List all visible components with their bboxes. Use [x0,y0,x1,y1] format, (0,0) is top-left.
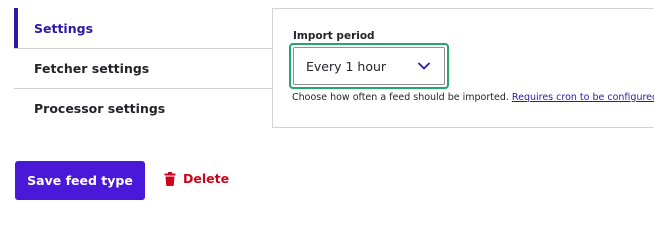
import-period-focus-ring: Every 1 hour [289,43,449,89]
tab-fetcher-settings-label: Fetcher settings [34,61,150,76]
trash-icon [164,171,176,186]
cron-config-link[interactable]: Requires cron to be configured. [512,92,654,103]
vertical-tabs: Settings Fetcher settings Processor sett… [0,8,272,128]
save-feed-type-label: Save feed type [27,173,133,188]
chevron-down-icon [418,62,430,70]
tab-processor-settings-label: Processor settings [34,101,166,116]
import-period-description: Choose how often a feed should be import… [292,92,654,103]
tab-processor-settings[interactable]: Processor settings [14,88,272,128]
import-period-label: Import period [293,30,375,42]
tab-settings[interactable]: Settings [14,8,272,48]
delete-link[interactable]: Delete [164,171,229,186]
feed-type-form: Settings Fetcher settings Processor sett… [0,0,654,205]
import-period-help-text: Choose how often a feed should be import… [292,92,509,103]
save-feed-type-button[interactable]: Save feed type [15,161,145,200]
tab-settings-label: Settings [34,20,94,36]
tab-fetcher-settings[interactable]: Fetcher settings [14,48,272,88]
delete-label: Delete [183,171,230,186]
import-period-select[interactable]: Every 1 hour [293,47,445,85]
import-period-value: Every 1 hour [306,58,387,74]
settings-pane: Import period Every 1 hour Choose how of… [272,8,654,128]
